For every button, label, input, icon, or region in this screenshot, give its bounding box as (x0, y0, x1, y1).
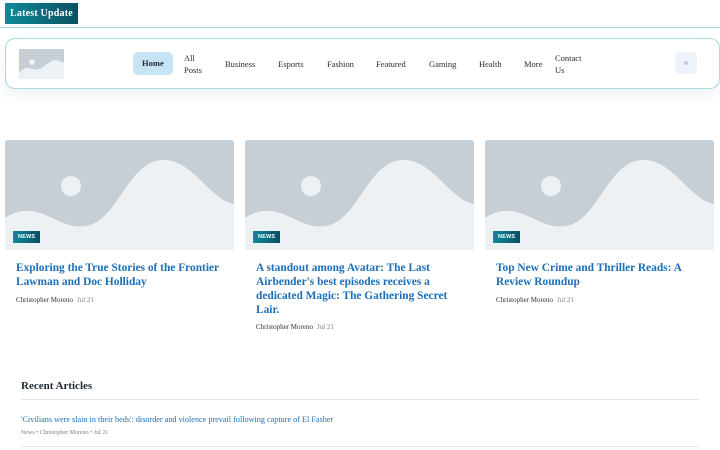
site-header: Home All Posts Business Esports Fashion … (5, 38, 720, 89)
nav-business[interactable]: Business (225, 58, 255, 70)
nav-featured[interactable]: Featured (376, 58, 406, 70)
recent-article-title[interactable]: 'Civilians were slain in their beds': di… (21, 415, 333, 424)
article-author[interactable]: Christopher Moreno (256, 323, 313, 331)
nav-esports[interactable]: Esports (278, 58, 304, 70)
article-meta: Christopher Moreno Jul 21 (496, 296, 574, 304)
recent-article-meta: News • Christopher Moreno • Jul 21 (21, 430, 109, 436)
article-date: Jul 21 (316, 323, 334, 331)
category-badge[interactable]: NEWS (493, 231, 521, 243)
search-button[interactable] (675, 52, 697, 74)
nav-gaming[interactable]: Gaming (429, 58, 456, 70)
category-badge[interactable]: NEWS (13, 231, 41, 243)
article-date: Jul 21 (556, 296, 574, 304)
article-author[interactable]: Christopher Moreno (16, 296, 73, 304)
nav-home[interactable]: Home (133, 52, 173, 75)
article-image[interactable]: NEWS (5, 140, 234, 250)
nav-fashion[interactable]: Fashion (327, 58, 354, 70)
article-title[interactable]: Exploring the True Stories of the Fronti… (16, 261, 231, 289)
article-card: NEWS Top New Crime and Thriller Reads: A… (485, 140, 714, 304)
latest-update-label: Latest Update (5, 3, 78, 24)
article-card: NEWS A standout among Avatar: The Last A… (245, 140, 474, 331)
logo-placeholder-icon (19, 49, 64, 79)
article-date: Jul 21 (76, 296, 94, 304)
divider (21, 446, 699, 447)
site-logo[interactable] (19, 49, 64, 79)
article-title[interactable]: Top New Crime and Thriller Reads: A Revi… (496, 261, 711, 289)
article-author[interactable]: Christopher Moreno (496, 296, 553, 304)
article-card: NEWS Exploring the True Stories of the F… (5, 140, 234, 304)
nav-all-posts[interactable]: All Posts (184, 52, 208, 76)
ticker-bar: Latest Update (0, 0, 720, 28)
article-meta: Christopher Moreno Jul 21 (16, 296, 94, 304)
search-icon (684, 61, 688, 65)
nav-health[interactable]: Health (479, 58, 502, 70)
nav-contact-us[interactable]: Contact Us (555, 52, 587, 76)
article-image[interactable]: NEWS (245, 140, 474, 250)
article-meta: Christopher Moreno Jul 21 (256, 323, 334, 331)
nav-more[interactable]: More (524, 58, 542, 70)
recent-articles-heading: Recent Articles (21, 380, 93, 392)
article-image[interactable]: NEWS (485, 140, 714, 250)
divider (21, 399, 699, 400)
article-title[interactable]: A standout among Avatar: The Last Airben… (256, 261, 471, 317)
category-badge[interactable]: NEWS (253, 231, 281, 243)
